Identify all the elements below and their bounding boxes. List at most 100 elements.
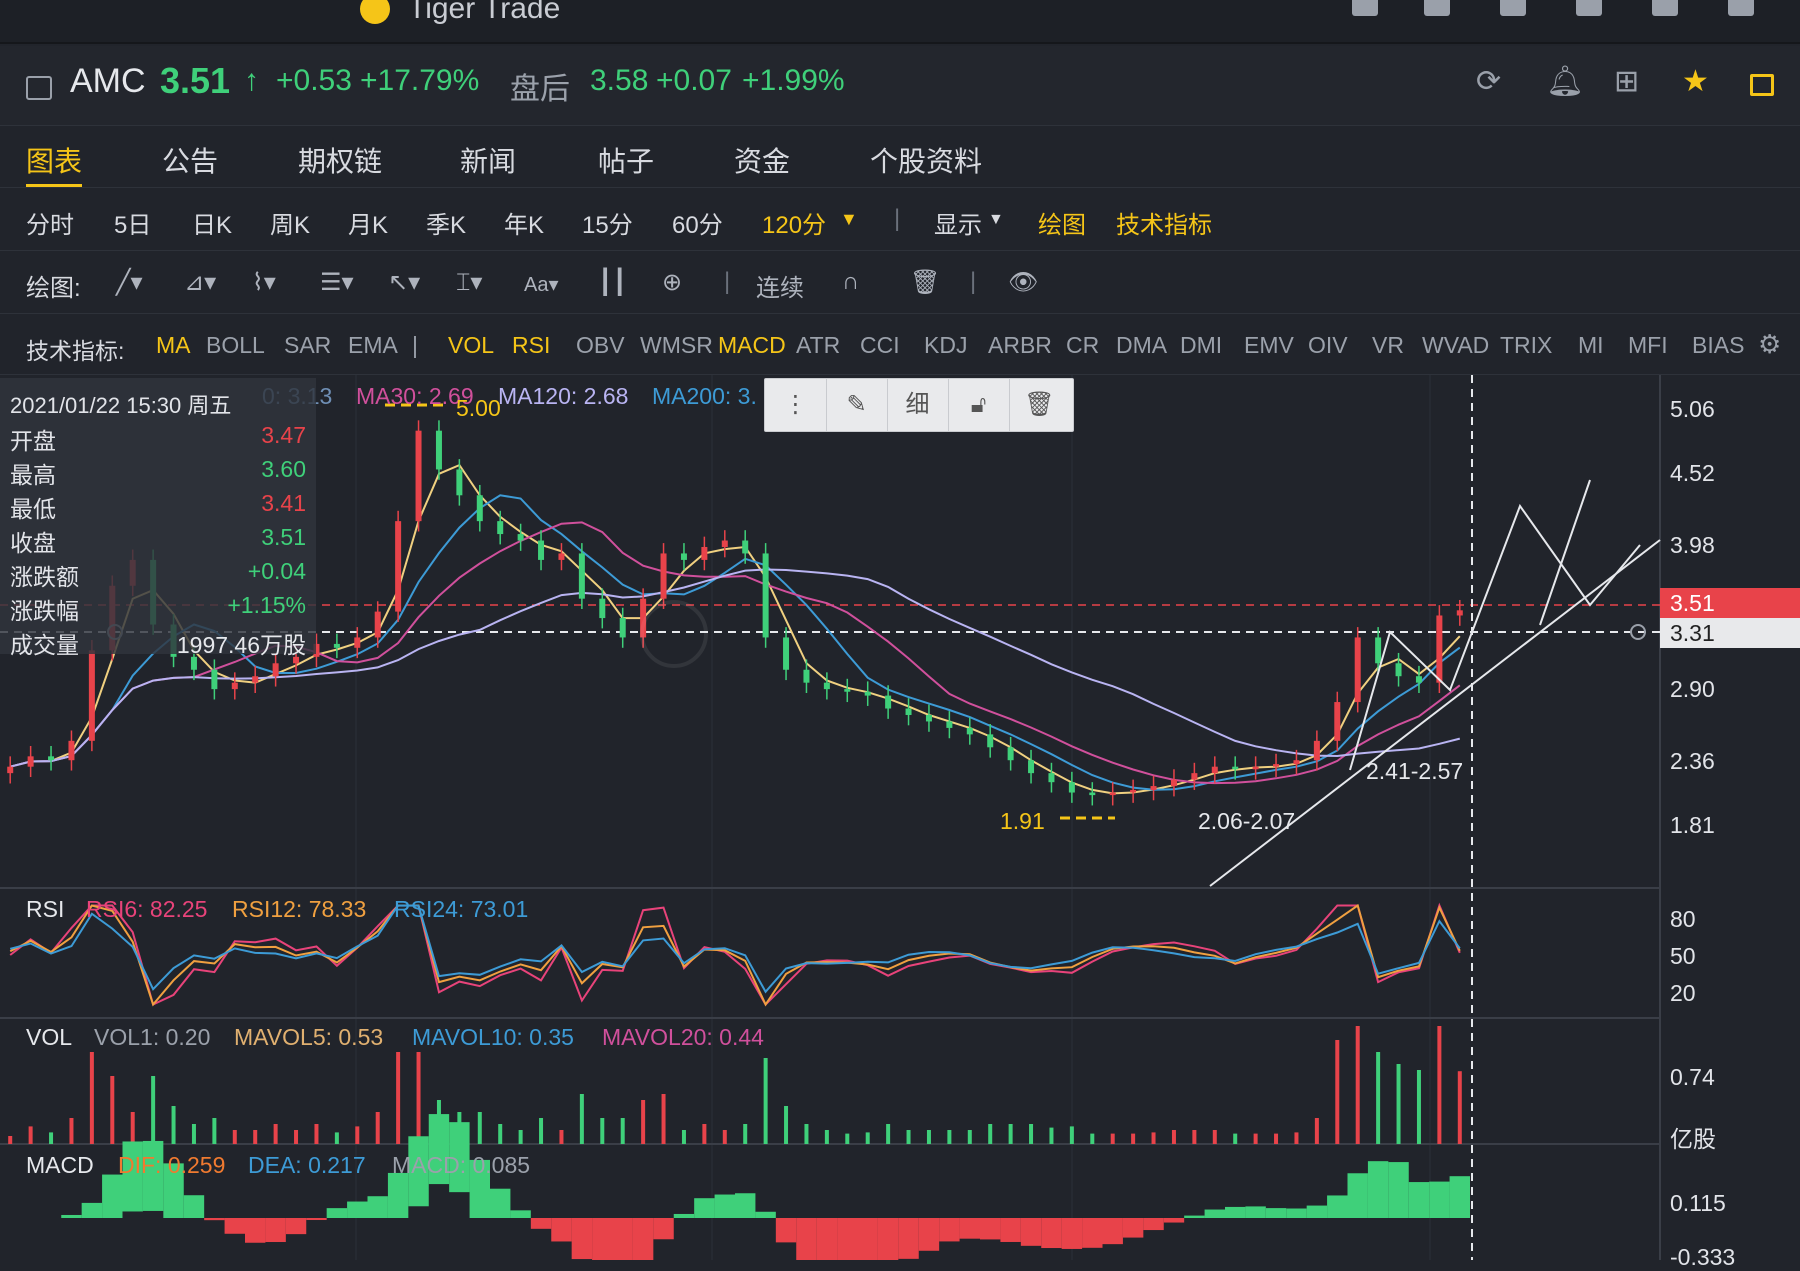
period-intraday[interactable]: 分时 bbox=[26, 205, 74, 240]
eye-icon[interactable]: 👁︎ bbox=[1008, 268, 1038, 297]
indicator-mfi[interactable]: MFI bbox=[1628, 332, 1668, 359]
rsi-axis-label: 50 bbox=[1670, 943, 1696, 969]
indicator-dmi[interactable]: DMI bbox=[1180, 332, 1222, 359]
panel-layout-icon[interactable] bbox=[1750, 74, 1774, 96]
after-hours-label: 盘后 bbox=[510, 73, 570, 106]
tab-funds[interactable]: 资金 bbox=[734, 140, 790, 180]
line-width-button[interactable]: 细 bbox=[887, 379, 949, 431]
pencil-icon[interactable]: ✎ bbox=[826, 379, 888, 431]
period-monthly[interactable]: 月K bbox=[348, 205, 388, 240]
indicator-cci[interactable]: CCI bbox=[860, 332, 900, 359]
favorite-star-icon[interactable]: ★ bbox=[1682, 64, 1709, 99]
macd-histogram-bar bbox=[1286, 1208, 1307, 1218]
draw-toggle[interactable]: 绘图 bbox=[1038, 205, 1086, 240]
macd-histogram-bar bbox=[592, 1218, 613, 1260]
indicator-kdj[interactable]: KDJ bbox=[924, 332, 967, 359]
volume-bar bbox=[824, 1130, 829, 1144]
indicator-oiv[interactable]: OIV bbox=[1308, 332, 1348, 359]
period-yearly[interactable]: 年K bbox=[504, 205, 544, 240]
indicator-rsi[interactable]: RSI bbox=[512, 332, 550, 359]
rsi12-value: RSI12: 78.33 bbox=[232, 896, 367, 922]
indicator-arbr[interactable]: ARBR bbox=[988, 332, 1052, 359]
indicator-mi[interactable]: MI bbox=[1578, 332, 1604, 359]
indicator-obv[interactable]: OBV bbox=[576, 332, 625, 359]
indicator-vol[interactable]: VOL bbox=[448, 332, 494, 359]
indicator-vr[interactable]: VR bbox=[1372, 332, 1404, 359]
macd-title: MACD bbox=[26, 1152, 94, 1178]
alert-bell-icon[interactable]: 🔔︎ bbox=[1546, 64, 1584, 99]
grid-icon[interactable]: ⊞ bbox=[1614, 64, 1639, 99]
magnet-icon[interactable]: ∩ bbox=[842, 268, 859, 296]
info-value: 3.47 bbox=[261, 422, 306, 448]
display-menu[interactable]: 显示 bbox=[934, 205, 982, 240]
tab-posts[interactable]: 帖子 bbox=[598, 140, 654, 180]
line-tool-icon[interactable]: ╱▾ bbox=[116, 268, 143, 297]
text-tool-icon[interactable]: Aa▾ bbox=[524, 272, 559, 297]
volume-bar bbox=[1253, 1133, 1258, 1144]
indicator-ema[interactable]: EMA bbox=[348, 332, 398, 359]
tab-chart[interactable]: 图表 bbox=[26, 140, 82, 180]
macd-histogram-bar bbox=[1041, 1218, 1062, 1249]
gear-icon[interactable] bbox=[1728, 0, 1754, 16]
candle-body bbox=[783, 637, 790, 670]
volume-bar bbox=[681, 1130, 686, 1144]
indicator-macd[interactable]: MACD bbox=[718, 332, 786, 359]
delete-icon[interactable]: 🗑︎ bbox=[1009, 379, 1070, 431]
tab-news[interactable]: 新闻 bbox=[460, 140, 516, 180]
volume-bar bbox=[334, 1132, 339, 1144]
news-icon[interactable] bbox=[1652, 0, 1678, 16]
display-dropdown-icon[interactable]: ▼ bbox=[988, 211, 1004, 229]
indicator-wvad[interactable]: WVAD bbox=[1422, 332, 1489, 359]
macd-histogram-bar bbox=[1245, 1206, 1266, 1218]
indicator-settings-gear-icon[interactable]: ⚙ bbox=[1758, 329, 1781, 360]
zoom-tool-icon[interactable]: ⊕ bbox=[662, 268, 682, 297]
period-15min[interactable]: 15分 bbox=[582, 205, 633, 240]
period-5d[interactable]: 5日 bbox=[114, 205, 151, 240]
unlock-icon[interactable]: 🔓︎ bbox=[948, 379, 1010, 431]
macd-histogram-bar bbox=[81, 1202, 103, 1218]
macd-histogram-bar bbox=[1225, 1206, 1246, 1218]
period-quarterly[interactable]: 季K bbox=[426, 205, 466, 240]
period-dropdown-icon[interactable]: ▼ bbox=[840, 209, 858, 230]
period-60min[interactable]: 60分 bbox=[672, 205, 723, 240]
message-icon[interactable] bbox=[1500, 0, 1526, 16]
indicator-dma[interactable]: DMA bbox=[1116, 332, 1167, 359]
period-daily[interactable]: 日K bbox=[192, 205, 232, 240]
continuous-toggle[interactable]: 连续 bbox=[756, 268, 804, 303]
macd-histogram-bar bbox=[204, 1218, 225, 1221]
trash-icon[interactable]: 🗑︎ bbox=[910, 268, 940, 297]
tab-profile[interactable]: 个股资料 bbox=[870, 140, 982, 180]
indicator-wmsr[interactable]: WMSR bbox=[640, 332, 713, 359]
headset-icon[interactable] bbox=[1576, 0, 1602, 16]
tech-indicator-toggle[interactable]: 技术指标 bbox=[1116, 205, 1212, 240]
indicator-emv[interactable]: EMV bbox=[1244, 332, 1294, 359]
period-bar: 分时 5日 日K 周K 月K 季K 年K 15分 60分 120分 ▼ | 显示… bbox=[0, 189, 1800, 251]
wave-tool-icon[interactable]: ⌇▾ bbox=[252, 268, 276, 297]
rsi-line bbox=[9, 903, 1461, 1007]
bell-icon[interactable] bbox=[1424, 0, 1450, 16]
tab-option-chain[interactable]: 期权链 bbox=[298, 140, 382, 180]
candle-body bbox=[578, 553, 585, 599]
indicator-sar[interactable]: SAR bbox=[284, 332, 331, 359]
drag-handle-icon[interactable]: ⋮ bbox=[765, 379, 827, 431]
refresh-icon[interactable]: ⟳ bbox=[1476, 64, 1501, 99]
indicator-trix[interactable]: TRIX bbox=[1500, 332, 1552, 359]
indicator-atr[interactable]: ATR bbox=[796, 332, 840, 359]
period-120min-selected[interactable]: 120分 bbox=[762, 205, 826, 240]
measure-tool-icon[interactable]: ⌶▾ bbox=[456, 268, 482, 297]
candle-tool-icon[interactable]: ┃┃ bbox=[598, 268, 627, 297]
fib-tool-icon[interactable]: ☰▾ bbox=[320, 268, 354, 297]
period-weekly[interactable]: 周K bbox=[270, 205, 310, 240]
gift-icon[interactable] bbox=[1352, 0, 1378, 16]
arrow-tool-icon[interactable]: ↖▾ bbox=[388, 268, 420, 297]
indicator-cr[interactable]: CR bbox=[1066, 332, 1099, 359]
channel-tool-icon[interactable]: ⊿▾ bbox=[184, 268, 216, 297]
indicator-bias[interactable]: BIAS bbox=[1692, 332, 1744, 359]
tab-announcements[interactable]: 公告 bbox=[162, 140, 218, 180]
indicator-ma[interactable]: MA bbox=[156, 332, 191, 359]
sidebar-toggle-icon[interactable] bbox=[26, 76, 52, 100]
indicator-boll[interactable]: BOLL bbox=[206, 332, 265, 359]
price-axis-label: 3.98 bbox=[1670, 532, 1715, 558]
candle-body bbox=[415, 430, 422, 522]
volume-bar bbox=[1090, 1133, 1095, 1144]
